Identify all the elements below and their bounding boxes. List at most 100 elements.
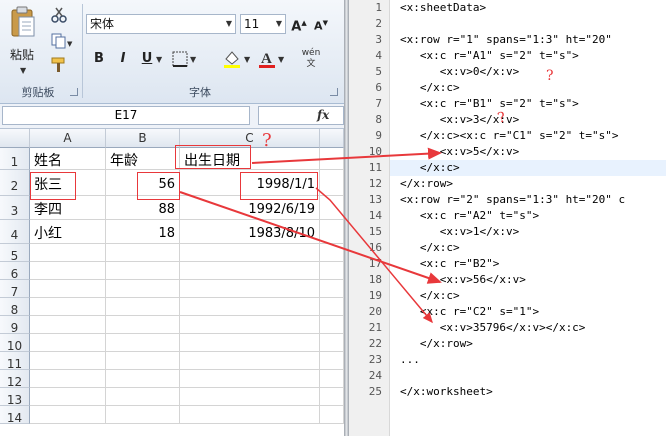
cell[interactable] (180, 406, 320, 424)
code-line[interactable]: <x:v>35796</x:v></x:c> (400, 321, 586, 334)
code-line[interactable]: </x:row> (400, 337, 473, 350)
formula-input[interactable]: fx (258, 106, 344, 125)
fill-color-icon[interactable] (222, 49, 242, 69)
cell[interactable] (320, 334, 344, 352)
clipboard-dialog-launcher-icon[interactable] (70, 88, 78, 96)
row-header[interactable]: 9 (0, 316, 30, 335)
borders-dropdown-icon[interactable]: ▼ (190, 55, 196, 64)
code-line[interactable]: </x:c> (400, 161, 460, 174)
cell[interactable] (320, 262, 344, 280)
row-header[interactable]: 14 (0, 406, 30, 425)
cell[interactable] (320, 370, 344, 388)
cell[interactable] (106, 244, 180, 262)
cell[interactable] (30, 244, 106, 262)
cell[interactable]: 小红 (30, 220, 106, 244)
cell[interactable] (320, 280, 344, 298)
shrink-font-icon[interactable]: A▼ (312, 14, 330, 36)
cell[interactable] (320, 170, 344, 196)
cell[interactable] (106, 280, 180, 298)
code-line[interactable]: <x:c r="B1" s="2" t="s"> (400, 97, 579, 110)
font-color-icon[interactable]: A (258, 48, 276, 70)
row-header[interactable]: 12 (0, 370, 30, 389)
cell[interactable] (30, 352, 106, 370)
cell[interactable] (320, 244, 344, 262)
row-header[interactable]: 5 (0, 244, 30, 263)
function-icon[interactable]: fx (317, 108, 329, 122)
cell[interactable] (320, 316, 344, 334)
code-line[interactable]: <x:row r="2" spans="1:3" ht="20" c (400, 193, 625, 206)
italic-button[interactable]: I (114, 50, 132, 68)
row-header[interactable]: 1 (0, 148, 30, 170)
font-dialog-launcher-icon[interactable] (330, 88, 338, 96)
paste-dropdown-icon[interactable]: ▼ (20, 66, 26, 75)
font-size-dropdown-icon[interactable]: ▼ (276, 15, 282, 33)
row-header[interactable]: 11 (0, 352, 30, 371)
underline-dropdown-icon[interactable]: ▼ (156, 55, 162, 64)
row-header[interactable]: 7 (0, 280, 30, 299)
cell[interactable]: 年龄 (106, 148, 180, 170)
code-line[interactable]: <x:v>56</x:v> (400, 273, 526, 286)
code-line[interactable]: <x:c r="B2"> (400, 257, 499, 270)
column-header-d[interactable] (320, 129, 344, 148)
cell[interactable] (30, 262, 106, 280)
code-line[interactable]: <x:row r="1" spans="1:3" ht="20" (400, 33, 612, 46)
cell[interactable] (180, 244, 320, 262)
code-line[interactable]: <x:c r="A1" s="2" t="s"> (400, 49, 579, 62)
borders-icon[interactable] (172, 51, 188, 67)
fill-color-dropdown-icon[interactable]: ▼ (244, 55, 250, 64)
row-header[interactable]: 6 (0, 262, 30, 281)
cell[interactable] (180, 298, 320, 316)
row-header[interactable]: 10 (0, 334, 30, 353)
cell[interactable]: 姓名 (30, 148, 106, 170)
format-painter-icon[interactable] (50, 56, 68, 74)
cell[interactable] (320, 352, 344, 370)
code-line[interactable]: </x:c> (400, 81, 460, 94)
cut-icon[interactable] (50, 6, 68, 24)
cell[interactable] (320, 220, 344, 244)
cell[interactable] (320, 406, 344, 424)
font-name-combo[interactable]: 宋体 ▼ (86, 14, 236, 34)
font-size-combo[interactable]: 11 ▼ (240, 14, 286, 34)
cell[interactable]: 18 (106, 220, 180, 244)
code-line[interactable]: </x:worksheet> (400, 385, 493, 398)
cell[interactable] (106, 316, 180, 334)
cell[interactable] (30, 316, 106, 334)
cell[interactable] (320, 388, 344, 406)
font-color-dropdown-icon[interactable]: ▼ (278, 55, 284, 64)
paste-button[interactable]: 粘贴 ▼ (6, 4, 42, 78)
code-line[interactable]: ... (400, 353, 420, 366)
code-line[interactable]: <x:sheetData> (400, 1, 486, 14)
cell[interactable] (106, 388, 180, 406)
font-name-dropdown-icon[interactable]: ▼ (226, 15, 232, 33)
code-line[interactable]: </x:c> (400, 241, 460, 254)
code-line[interactable]: </x:row> (400, 177, 453, 190)
cell[interactable] (106, 352, 180, 370)
column-header-a[interactable]: A (30, 129, 106, 148)
cell[interactable] (320, 298, 344, 316)
grow-font-icon[interactable]: A▲ (290, 14, 308, 36)
cell[interactable] (180, 334, 320, 352)
code-line[interactable]: <x:v>0</x:v> (400, 65, 519, 78)
cell[interactable] (106, 334, 180, 352)
cell[interactable] (180, 370, 320, 388)
bold-button[interactable]: B (90, 50, 108, 68)
code-line[interactable]: </x:c><x:c r="C1" s="2" t="s"> (400, 129, 619, 142)
code-line[interactable]: <x:v>1</x:v> (400, 225, 519, 238)
underline-button[interactable]: U (138, 50, 156, 68)
column-header-b[interactable]: B (106, 129, 180, 148)
phonetic-guide-button[interactable]: wén 文 (296, 48, 326, 70)
select-all-corner[interactable] (0, 129, 30, 148)
row-header[interactable]: 3 (0, 196, 30, 220)
code-line[interactable]: <x:c r="A2" t="s"> (400, 209, 539, 222)
row-header[interactable]: 2 (0, 170, 30, 196)
cell[interactable] (30, 388, 106, 406)
code-line[interactable]: <x:c r="C2" s="1"> (400, 305, 539, 318)
row-header[interactable]: 13 (0, 388, 30, 407)
cell[interactable] (320, 148, 344, 170)
name-box[interactable]: E17 (2, 106, 250, 125)
cell[interactable] (106, 370, 180, 388)
row-header[interactable]: 4 (0, 220, 30, 244)
cell[interactable] (30, 334, 106, 352)
cell[interactable] (106, 298, 180, 316)
cell[interactable] (180, 280, 320, 298)
